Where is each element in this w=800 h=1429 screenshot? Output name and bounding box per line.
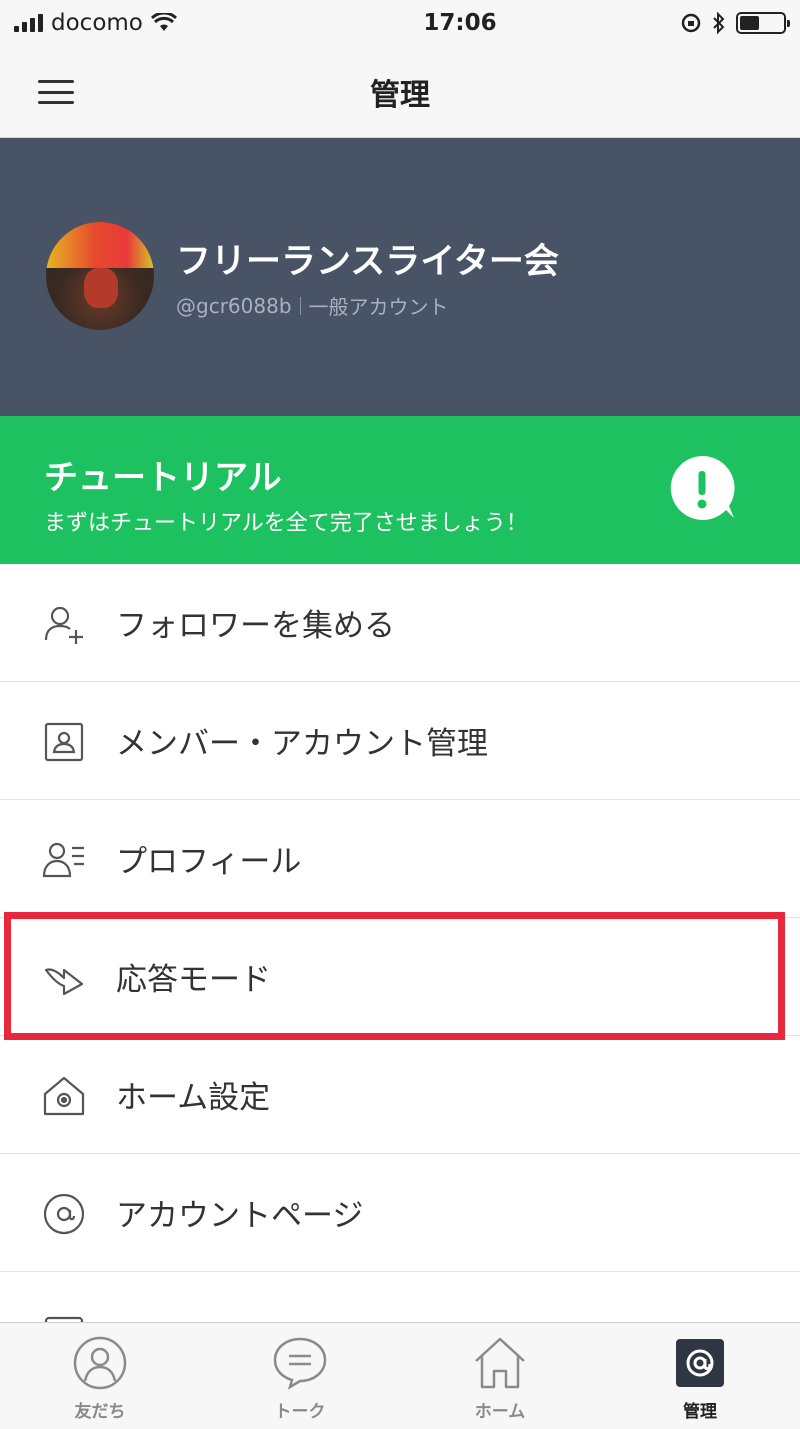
reply-arrow-icon <box>44 968 84 996</box>
account-header: フリーランスライター会 @gcr6088b 一般アカウント <box>0 138 800 416</box>
add-person-icon <box>44 606 83 644</box>
menu-item-label: 応答モード <box>116 962 271 998</box>
battery-icon <box>736 12 790 34</box>
tab-label: トーク <box>274 1402 326 1422</box>
hamburger-menu-icon[interactable] <box>38 80 74 104</box>
account-type: 一般アカウント <box>308 295 449 319</box>
home-settings-icon <box>43 1076 85 1116</box>
friends-icon <box>73 1336 127 1390</box>
tab-talk[interactable]: トーク <box>200 1323 400 1429</box>
tutorial-title: チュートリアル <box>44 458 282 498</box>
carrier-label: docomo <box>51 10 143 36</box>
home-icon <box>475 1337 525 1389</box>
status-right <box>646 12 790 34</box>
profile-list-icon <box>42 842 84 878</box>
page-title: 管理 <box>370 77 430 113</box>
settings-menu-list: フォロワーを集める メンバー・アカウント管理 プロフィール 応答モード ホーム設… <box>0 564 800 1332</box>
tab-label: ホーム <box>474 1402 526 1422</box>
tab-label: 管理 <box>683 1402 717 1422</box>
account-name: フリーランスライター会 <box>176 242 559 282</box>
menu-item-label: アカウントページ <box>116 1198 364 1234</box>
manage-icon <box>676 1339 724 1387</box>
menu-item-label: フォロワーを集める <box>116 608 395 644</box>
menu-item-home-settings[interactable]: ホーム設定 <box>0 1036 800 1154</box>
divider <box>299 296 301 315</box>
orientation-lock-icon <box>681 13 701 33</box>
account-page-icon <box>43 1193 85 1235</box>
menu-item-member-account[interactable]: メンバー・アカウント管理 <box>0 682 800 800</box>
wifi-icon <box>150 13 177 31</box>
status-bar: docomo 17:06 <box>0 0 800 46</box>
menu-item-reply-mode[interactable]: 応答モード <box>0 918 800 1036</box>
tab-bar: 友だち トーク ホーム 管理 <box>0 1322 800 1429</box>
status-left: docomo <box>14 10 294 36</box>
menu-item-label: メンバー・アカウント管理 <box>116 726 488 762</box>
menu-item-account-page[interactable]: アカウントページ <box>0 1154 800 1272</box>
tutorial-banner[interactable]: チュートリアル まずはチュートリアルを全て完了させましょう！ <box>0 416 800 564</box>
tab-manage[interactable]: 管理 <box>600 1323 800 1429</box>
tab-home[interactable]: ホーム <box>400 1323 600 1429</box>
alert-bubble-icon <box>670 455 735 520</box>
tab-label: 友だち <box>74 1402 126 1422</box>
avatar[interactable] <box>46 222 154 330</box>
menu-item-profile[interactable]: プロフィール <box>0 800 800 918</box>
bluetooth-icon <box>713 12 725 34</box>
account-id: @gcr6088b <box>176 293 292 318</box>
menu-item-label: ホーム設定 <box>116 1080 271 1116</box>
tab-friends[interactable]: 友だち <box>0 1323 200 1429</box>
nav-bar: 管理 <box>0 46 800 138</box>
account-sub: @gcr6088b 一般アカウント <box>176 291 449 320</box>
menu-item-label: プロフィール <box>116 844 302 880</box>
status-time: 17:06 <box>423 10 497 36</box>
member-card-icon <box>44 722 84 762</box>
menu-item-collect-followers[interactable]: フォロワーを集める <box>0 564 800 682</box>
tutorial-description: まずはチュートリアルを全て完了させましょう！ <box>44 511 528 536</box>
signal-icon <box>14 14 43 32</box>
talk-icon <box>273 1337 327 1390</box>
